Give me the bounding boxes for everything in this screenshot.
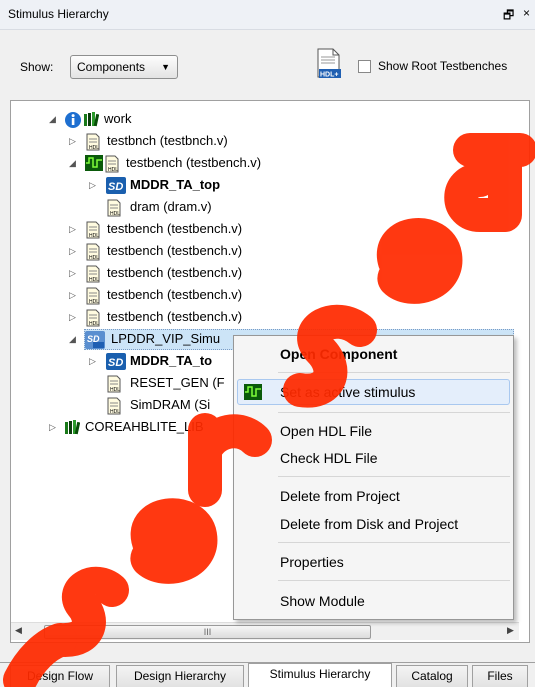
- hdl-file-icon: HDL: [86, 265, 100, 283]
- tree-label: MDDR_TA_top: [130, 177, 221, 192]
- context-menu: Open Component Set as active stimulus Op…: [233, 335, 514, 620]
- library-books-icon: [84, 112, 99, 127]
- scroll-left-icon[interactable]: ◀: [15, 625, 22, 636]
- hdl-file-icon: HDL: [86, 243, 100, 261]
- restore-icon[interactable]: 🗗: [503, 6, 514, 27]
- scrollbar-thumb[interactable]: III: [44, 625, 371, 639]
- svg-text:HDL: HDL: [89, 255, 99, 261]
- svg-text:HDL: HDL: [110, 387, 120, 393]
- collapsed-arrow-icon[interactable]: ▷: [69, 240, 76, 262]
- collapsed-arrow-icon[interactable]: ▷: [69, 218, 76, 240]
- show-root-testbenches-checkbox[interactable]: [358, 60, 371, 73]
- hdl-file-icon: HDL: [107, 199, 121, 217]
- menu-item-delete-from-project[interactable]: Delete from Project: [280, 488, 400, 504]
- scroll-grip: III: [203, 627, 212, 637]
- collapsed-arrow-icon[interactable]: ▷: [89, 174, 96, 196]
- tree-label: testbnch (testbnch.v): [107, 133, 228, 148]
- smartdesign-testbench-icon: SD: [85, 331, 105, 349]
- menu-item-properties[interactable]: Properties: [280, 554, 344, 570]
- active-stimulus-icon: [244, 384, 262, 400]
- tree-label: testbench (testbench.v): [107, 265, 243, 280]
- svg-text:HDL: HDL: [89, 145, 99, 151]
- hdl-plus-icon[interactable]: HDL+: [316, 48, 342, 80]
- menu-item-check-hdl-file[interactable]: Check HDL File: [280, 450, 378, 466]
- svg-text:HDL: HDL: [108, 167, 118, 173]
- svg-text:HDL: HDL: [89, 277, 99, 283]
- tree-label: LPDDR_VIP_Simu: [111, 331, 221, 346]
- toolbar: Show: Components ▼ HDL+ Show Root Testbe…: [0, 30, 535, 100]
- tree-label: SimDRAM (Si: [130, 397, 211, 412]
- menu-item-set-active-stimulus[interactable]: Set as active stimulus: [280, 384, 415, 400]
- tree-label: COREAHBLITE_LIB: [85, 419, 204, 434]
- tab-stimulus-hierarchy[interactable]: Stimulus Hierarchy: [248, 663, 392, 687]
- hdl-file-icon: HDL: [105, 155, 119, 173]
- info-icon: [65, 112, 81, 128]
- menu-separator: [278, 542, 510, 543]
- panel-title: Stimulus Hierarchy: [8, 7, 109, 21]
- tree-label: testbench (testbench.v): [107, 221, 243, 236]
- expanded-arrow-icon[interactable]: ◢: [69, 152, 76, 174]
- hdl-file-icon: HDL: [86, 309, 100, 327]
- show-label: Show:: [20, 60, 54, 74]
- horizontal-scrollbar[interactable]: ◀ III ▶: [11, 622, 519, 640]
- chevron-down-icon: ▼: [161, 62, 170, 72]
- library-books-icon: [65, 420, 80, 435]
- show-dropdown[interactable]: Components ▼: [70, 55, 178, 79]
- active-stimulus-icon: [85, 155, 103, 171]
- tree-label: testbench (testbench.v): [126, 155, 262, 170]
- collapsed-arrow-icon[interactable]: ▷: [69, 130, 76, 152]
- tab-files[interactable]: Files: [472, 665, 528, 687]
- menu-item-open-hdl-file[interactable]: Open HDL File: [280, 423, 372, 439]
- tree-label: dram (dram.v): [130, 199, 212, 214]
- collapsed-arrow-icon[interactable]: ▷: [69, 262, 76, 284]
- show-root-testbenches-label: Show Root Testbenches: [378, 59, 508, 73]
- tree-item-work[interactable]: ◢ work: [11, 108, 411, 130]
- hdl-file-icon: HDL: [86, 287, 100, 305]
- panel-titlebar: Stimulus Hierarchy 🗗 ×: [0, 0, 535, 30]
- hdl-file-icon: HDL: [86, 221, 100, 239]
- tree-label: testbench (testbench.v): [107, 243, 243, 258]
- show-dropdown-value: Components: [77, 60, 146, 74]
- hdl-file-icon: HDL: [86, 133, 100, 151]
- collapsed-arrow-icon[interactable]: ▷: [69, 306, 76, 328]
- tree-label: testbench (testbench.v): [107, 309, 243, 324]
- expanded-arrow-icon[interactable]: ◢: [49, 108, 56, 130]
- collapsed-arrow-icon[interactable]: ▷: [69, 284, 76, 306]
- svg-text:HDL: HDL: [110, 211, 120, 217]
- svg-text:SD: SD: [108, 181, 123, 193]
- menu-item-show-module[interactable]: Show Module: [280, 593, 365, 609]
- scroll-right-icon[interactable]: ▶: [507, 625, 514, 636]
- tab-catalog[interactable]: Catalog: [396, 665, 468, 687]
- menu-item-open-component[interactable]: Open Component: [280, 346, 397, 362]
- collapsed-arrow-icon[interactable]: ▷: [89, 350, 96, 372]
- tree-label: RESET_GEN (F: [130, 375, 225, 390]
- menu-separator: [278, 372, 510, 373]
- tab-design-hierarchy[interactable]: Design Hierarchy: [116, 665, 244, 687]
- svg-text:HDL: HDL: [89, 299, 99, 305]
- tab-design-flow[interactable]: Design Flow: [10, 665, 110, 687]
- menu-item-delete-from-disk[interactable]: Delete from Disk and Project: [280, 516, 458, 532]
- hdl-file-icon: HDL: [107, 397, 121, 415]
- svg-text:HDL: HDL: [110, 409, 120, 415]
- menu-separator: [278, 412, 510, 413]
- svg-text:HDL: HDL: [89, 233, 99, 239]
- smartdesign-icon: SD: [106, 177, 126, 194]
- bottom-tab-bar: Design Flow Design Hierarchy Stimulus Hi…: [0, 662, 535, 687]
- svg-text:HDL: HDL: [89, 321, 99, 327]
- hdl-file-icon: HDL: [107, 375, 121, 393]
- close-icon[interactable]: ×: [523, 6, 530, 20]
- smartdesign-icon: SD: [106, 353, 126, 370]
- tree-label: MDDR_TA_to: [130, 353, 213, 368]
- svg-text:SD: SD: [108, 357, 123, 369]
- menu-separator: [278, 580, 510, 581]
- tree-label: testbench (testbench.v): [107, 287, 243, 302]
- menu-separator: [278, 476, 510, 477]
- expanded-arrow-icon[interactable]: ◢: [69, 328, 76, 350]
- svg-text:HDL+: HDL+: [320, 72, 338, 79]
- collapsed-arrow-icon[interactable]: ▷: [49, 416, 56, 438]
- tree-label: work: [104, 111, 132, 126]
